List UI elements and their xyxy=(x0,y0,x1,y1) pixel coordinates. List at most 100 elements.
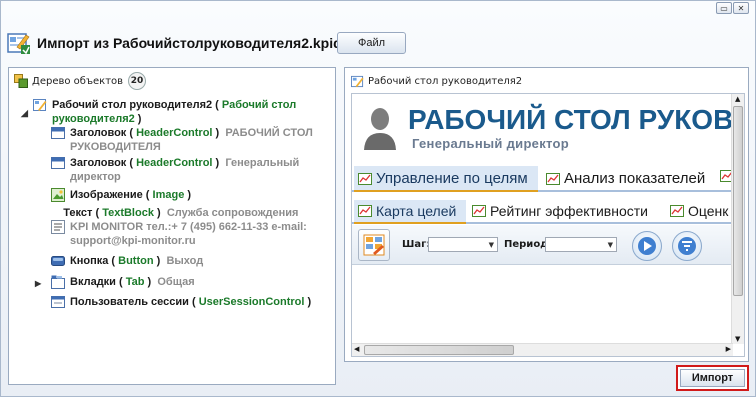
tree-node-header-2[interactable]: Заголовок ( HeaderControl ) Генеральный … xyxy=(51,156,330,184)
tab-label: Управление по целям xyxy=(376,170,528,187)
tree-node-user-session[interactable]: Пользователь сессии ( UserSessionControl… xyxy=(51,295,338,309)
node-close: ) xyxy=(184,189,192,201)
desktop-preview: РАБОЧИЙ СТОЛ РУКОВО Генеральный директор… xyxy=(351,93,745,357)
step-label: Шаг: xyxy=(402,239,431,250)
settings-button[interactable] xyxy=(672,231,702,261)
scroll-up-icon[interactable]: ▲ xyxy=(735,95,740,103)
tree-node-header-1[interactable]: Заголовок ( HeaderControl ) РАБОЧИЙ СТОЛ… xyxy=(51,126,330,154)
node-label: Заголовок ( xyxy=(70,157,134,169)
node-label: Рабочий стол руководителя2 ( xyxy=(52,99,219,111)
node-close: ) xyxy=(153,207,161,219)
play-icon xyxy=(638,237,656,255)
preview-toolbar: Шаг: ▼ Период: ▼ xyxy=(352,225,732,265)
close-button[interactable]: ✕ xyxy=(733,2,749,14)
window-controls: ▭ ✕ xyxy=(715,2,749,14)
desktop-icon xyxy=(351,75,364,87)
button-control-icon xyxy=(51,256,65,266)
import-app-icon xyxy=(7,31,31,55)
tab-label: Карта целей xyxy=(376,203,457,219)
chevron-down-icon: ▼ xyxy=(607,241,613,249)
node-close: ) xyxy=(212,127,220,139)
preview-page-title: РАБОЧИЙ СТОЛ РУКОВО xyxy=(408,104,745,135)
node-control-type: HeaderControl xyxy=(136,127,213,139)
image-control-icon xyxy=(51,188,65,202)
node-close: ) xyxy=(134,113,142,125)
period-select[interactable]: ▼ xyxy=(545,237,617,252)
tab-indicator-analysis[interactable]: Анализ показателей xyxy=(546,170,705,187)
tree-icon xyxy=(14,74,28,88)
restore-button[interactable]: ▭ xyxy=(716,2,732,14)
object-tree-header: Дерево объектов 20 xyxy=(9,68,335,94)
goal-map-button[interactable] xyxy=(358,229,390,261)
scroll-left-icon[interactable]: ◀ xyxy=(354,345,359,353)
node-control-type: TextBlock xyxy=(102,207,154,219)
node-close: ) xyxy=(212,157,220,169)
node-label: Кнопка ( xyxy=(70,255,116,267)
desktop-icon xyxy=(33,99,47,111)
user-session-control-icon xyxy=(51,296,65,308)
node-label: Вкладки ( xyxy=(70,276,123,288)
node-value: Выход xyxy=(166,255,204,267)
collapse-toggle-icon[interactable]: ◢ xyxy=(21,106,28,120)
tab-efficiency-rating[interactable]: Рейтинг эффективности xyxy=(472,203,648,219)
preview-vertical-scrollbar[interactable]: ▲ ▼ xyxy=(731,94,744,344)
node-value: Общая xyxy=(157,276,195,288)
node-label: Изображение ( xyxy=(70,189,150,201)
node-close: ) xyxy=(153,255,161,267)
node-control-type: Button xyxy=(118,255,154,267)
node-control-type: UserSessionControl xyxy=(198,296,305,308)
dialog-title: Импорт из Рабочийстолруководителя2.kpids… xyxy=(37,35,358,51)
chart-icon xyxy=(358,172,372,185)
node-close: ) xyxy=(144,276,152,288)
tab-control-icon xyxy=(51,275,65,289)
object-count-badge: 20 xyxy=(128,72,147,90)
node-control-type: HeaderControl xyxy=(136,157,213,169)
goal-map-icon xyxy=(363,234,385,256)
preview-page-subtitle: Генеральный директор xyxy=(412,136,569,151)
vertical-scroll-thumb[interactable] xyxy=(733,106,743,296)
node-label: Текст ( xyxy=(63,207,100,219)
preview-horizontal-scrollbar[interactable]: ◀ ▶ xyxy=(352,343,733,356)
step-select[interactable]: ▼ xyxy=(428,237,498,252)
tree-node-root[interactable]: Рабочий стол руководителя2 ( Рабочий сто… xyxy=(33,98,320,126)
preview-header: Рабочий стол руководителя2 xyxy=(345,68,748,94)
preview-main-tabs: Управление по целям Анализ показателей xyxy=(352,166,734,192)
object-tree-panel: Дерево объектов 20 ◢ Рабочий стол руково… xyxy=(8,67,336,385)
object-tree-title: Дерево объектов xyxy=(32,75,124,87)
file-button[interactable]: Файл xyxy=(337,32,406,54)
import-button-highlight: Импорт xyxy=(676,365,749,391)
tab-goal-map[interactable]: Карта целей xyxy=(358,203,456,219)
node-control-type: Image xyxy=(152,189,185,201)
preview-panel: Рабочий стол руководителя2 РАБОЧИЙ СТОЛ … xyxy=(344,67,749,362)
header-control-icon xyxy=(51,157,65,169)
tab-label: Рейтинг эффективности xyxy=(490,203,648,219)
import-button[interactable]: Импорт xyxy=(680,369,745,387)
import-dialog: ▭ ✕ Импорт из Рабочийстолруководителя2.k… xyxy=(0,0,756,397)
horizontal-scroll-thumb[interactable] xyxy=(364,345,514,355)
scroll-down-icon[interactable]: ▼ xyxy=(735,335,740,343)
chart-icon xyxy=(358,205,372,217)
chevron-down-icon: ▼ xyxy=(488,241,494,249)
chart-icon xyxy=(546,172,560,185)
play-button[interactable] xyxy=(632,231,662,261)
node-control-type: Tab xyxy=(125,276,145,288)
chart-icon xyxy=(670,205,684,217)
chart-icon xyxy=(472,205,486,217)
user-silhouette-icon xyxy=(364,108,396,150)
tree-node-button[interactable]: Кнопка ( Button ) Выход xyxy=(51,254,338,268)
header-control-icon xyxy=(51,127,65,139)
scroll-right-icon[interactable]: ▶ xyxy=(726,345,731,353)
preview-sub-tabs: Карта целей Рейтинг эффективности Оценк xyxy=(352,200,732,224)
expand-toggle-icon[interactable]: ▶ xyxy=(35,277,41,291)
tree-node-tabs[interactable]: Вкладки ( Tab ) Общая xyxy=(51,275,338,289)
node-label: Пользователь сессии ( xyxy=(70,296,196,308)
tab-goal-management[interactable]: Управление по целям xyxy=(358,170,528,187)
tab-assessment[interactable]: Оценк xyxy=(670,203,728,219)
node-label: Заголовок ( xyxy=(70,127,134,139)
tab-label: Анализ показателей xyxy=(564,170,706,187)
filter-icon xyxy=(678,237,696,255)
dialog-header: Импорт из Рабочийстолруководителя2.kpids… xyxy=(7,31,357,55)
tree-node-image[interactable]: Изображение ( Image ) xyxy=(51,188,338,202)
tree-node-textblock[interactable]: 00Текст ( TextBlock ) Служба сопровожден… xyxy=(51,206,313,248)
node-close: ) xyxy=(304,296,312,308)
